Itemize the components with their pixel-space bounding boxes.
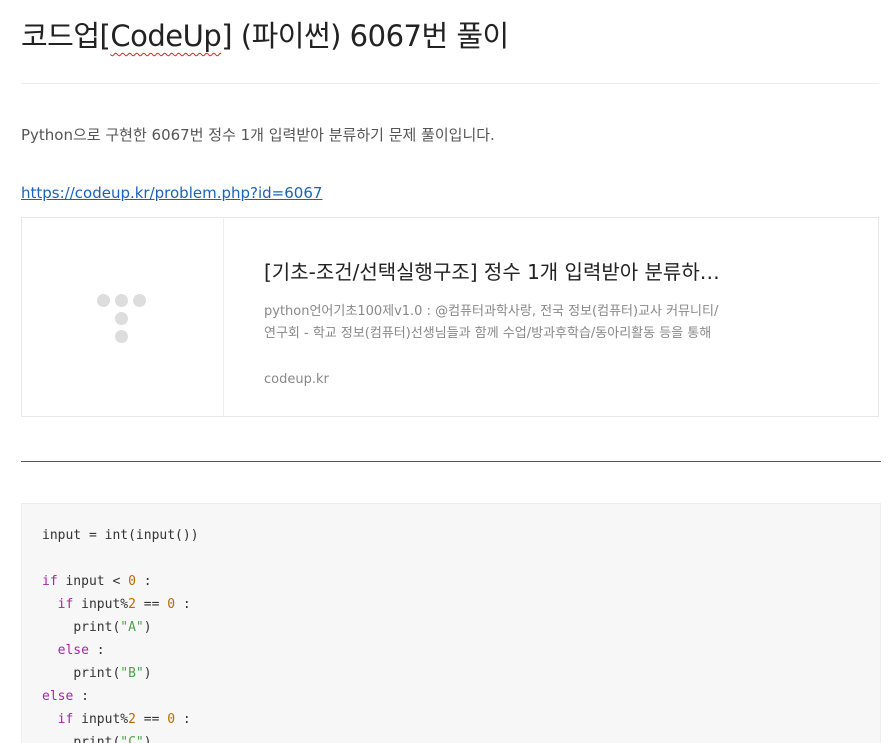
card-title[interactable]: [기초-조건/선택실행구조] 정수 1개 입력받아 분류하기(설명) bbox=[264, 258, 734, 286]
code-line-3: if input < 0 : bbox=[42, 574, 152, 589]
code-line-7: print("B") bbox=[73, 666, 152, 681]
code-line-1: input = int(input()) bbox=[42, 528, 199, 543]
card-domain: codeup.kr bbox=[264, 372, 329, 387]
link-preview-card[interactable]: [기초-조건/선택실행구조] 정수 1개 입력받아 분류하기(설명) pytho… bbox=[21, 217, 879, 417]
problem-link[interactable]: https://codeup.kr/problem.php?id=6067 bbox=[21, 182, 322, 204]
blog-post-page: 코드업[CodeUp] (파이썬) 6067번 풀이 Python으로 구현한 … bbox=[0, 0, 895, 743]
code-line-4: if input%2 == 0 : bbox=[57, 597, 191, 612]
section-divider bbox=[21, 461, 881, 462]
code-block: input = int(input()) if input < 0 : if i… bbox=[21, 503, 881, 743]
title-divider bbox=[21, 83, 879, 84]
code-line-8: else : bbox=[42, 689, 89, 704]
code-line-6: else : bbox=[57, 643, 105, 658]
code-line-9: if input%2 == 0 : bbox=[57, 712, 191, 727]
card-thumbnail bbox=[22, 218, 224, 416]
card-description: python언어기초100제v1.0 : @컴퓨터과학사랑, 전국 정보(컴퓨터… bbox=[264, 304, 719, 341]
page-title: 코드업[CodeUp] (파이썬) 6067번 풀이 bbox=[21, 16, 509, 56]
title-spellcheck-word: CodeUp bbox=[110, 19, 222, 53]
intro-paragraph: Python으로 구현한 6067번 정수 1개 입력받아 분류하기 문제 풀이… bbox=[21, 126, 495, 144]
title-suffix: ] (파이썬) 6067번 풀이 bbox=[221, 19, 509, 53]
code-line-5: print("A") bbox=[73, 620, 152, 635]
title-prefix: 코드업[ bbox=[21, 19, 111, 53]
code-line-10: print("C") bbox=[73, 735, 152, 743]
